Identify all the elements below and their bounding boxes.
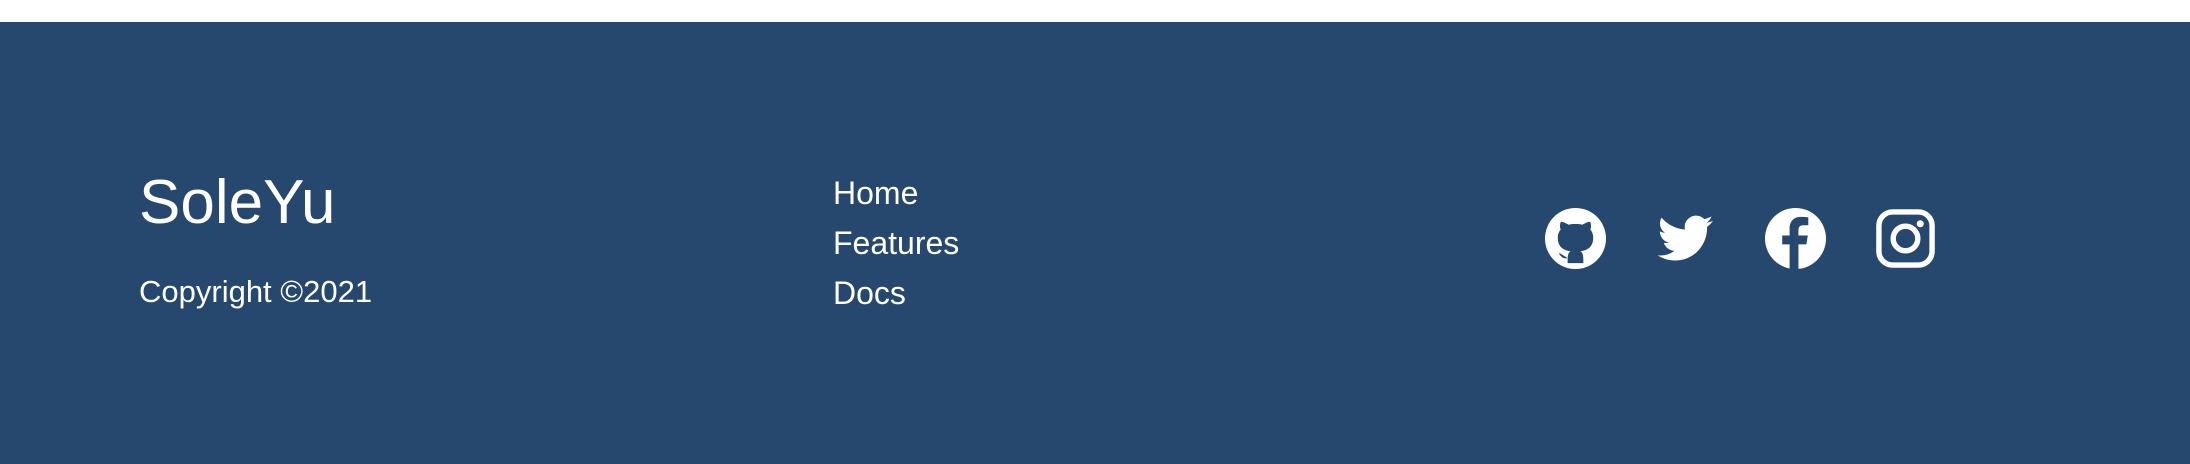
nav-link-home[interactable]: Home xyxy=(833,177,959,209)
copyright-text: Copyright ©2021 xyxy=(139,274,373,309)
twitter-icon xyxy=(1657,215,1714,261)
site-footer: SoleYu Copyright ©2021 Home Features Doc… xyxy=(0,22,2190,464)
github-icon xyxy=(1544,207,1607,270)
nav-link-docs[interactable]: Docs xyxy=(833,277,959,309)
twitter-link[interactable] xyxy=(1654,207,1717,270)
nav-link-features[interactable]: Features xyxy=(833,227,959,259)
facebook-link[interactable] xyxy=(1764,207,1827,270)
footer-nav: Home Features Docs xyxy=(833,177,959,309)
instagram-link[interactable] xyxy=(1874,207,1937,270)
instagram-icon xyxy=(1876,209,1935,268)
brand-name: SoleYu xyxy=(139,168,336,237)
page-top-strip xyxy=(0,0,2190,22)
social-links xyxy=(1544,207,1937,270)
github-link[interactable] xyxy=(1544,207,1607,270)
facebook-icon xyxy=(1764,207,1827,270)
